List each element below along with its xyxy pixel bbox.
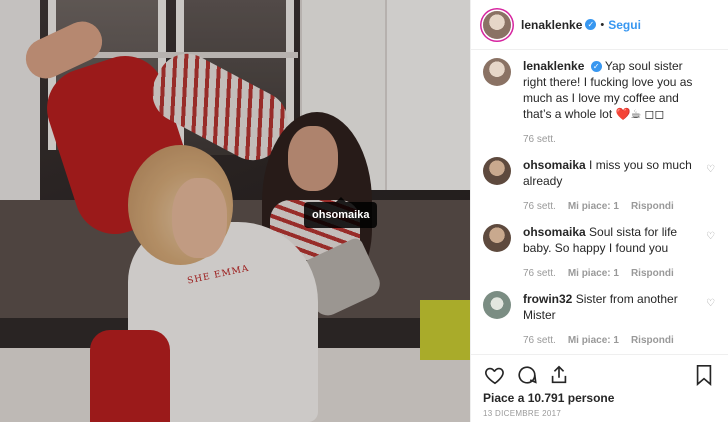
comment-username[interactable]: frowin32	[523, 292, 572, 306]
comment-icon[interactable]	[515, 363, 539, 387]
list-item: ohsomaika Soul sista for life baby. So h…	[483, 224, 716, 279]
comment-time[interactable]: 76 sett.	[523, 335, 556, 346]
caption-time[interactable]: 76 sett.	[523, 134, 556, 145]
post-photo[interactable]: SHE EMMA ohsomaika	[0, 0, 470, 422]
small-heart-icon[interactable]: ♡	[706, 165, 716, 175]
reply-button[interactable]: Rispondi	[631, 268, 674, 279]
share-icon[interactable]	[547, 363, 571, 387]
photo-shade	[0, 0, 470, 422]
avatar[interactable]	[483, 291, 511, 319]
small-heart-icon[interactable]: ♡	[706, 299, 716, 309]
list-item: frowin32 Sister from another Mister 76 s…	[483, 291, 716, 346]
comment-time[interactable]: 76 sett.	[523, 201, 556, 212]
verified-icon: ✓	[585, 19, 597, 30]
instagram-post: SHE EMMA ohsomaika lenaklenke ✓ • Segui …	[0, 0, 728, 422]
avatar[interactable]	[483, 224, 511, 252]
likes-count[interactable]: Piace a 10.791 persone	[483, 391, 716, 405]
reply-button[interactable]: Rispondi	[631, 335, 674, 346]
comment-username[interactable]: ohsomaika	[523, 225, 586, 239]
caption: lenaklenke ✓ Yap soul sister right there…	[483, 58, 716, 145]
header-username[interactable]: lenaklenke	[521, 18, 582, 32]
side-panel: lenaklenke ✓ • Segui lenaklenke ✓ Yap so…	[470, 0, 728, 422]
follow-button[interactable]: Segui	[608, 18, 641, 32]
small-heart-icon[interactable]: ♡	[706, 232, 716, 242]
comment-likes[interactable]: Mi piace: 1	[568, 268, 619, 279]
comments-list[interactable]: lenaklenke ✓ Yap soul sister right there…	[471, 50, 728, 354]
comment-likes[interactable]: Mi piace: 1	[568, 335, 619, 346]
avatar[interactable]	[483, 58, 511, 86]
verified-icon: ✓	[590, 61, 602, 73]
user-tag[interactable]: ohsomaika	[304, 197, 378, 228]
post-date[interactable]: 13 DICEMBRE 2017	[483, 409, 716, 418]
action-bar: Piace a 10.791 persone 13 DICEMBRE 2017	[471, 354, 728, 422]
avatar[interactable]	[483, 10, 511, 39]
heart-icon[interactable]	[483, 363, 507, 387]
bookmark-icon[interactable]	[692, 363, 716, 387]
avatar[interactable]	[483, 157, 511, 185]
caption-username[interactable]: lenaklenke	[523, 59, 584, 73]
comment-likes[interactable]: Mi piace: 1	[568, 201, 619, 212]
post-header: lenaklenke ✓ • Segui	[471, 0, 728, 50]
list-item: ohsomaika I miss you so much already 76 …	[483, 157, 716, 212]
separator: •	[600, 18, 605, 31]
comment-username[interactable]: ohsomaika	[523, 158, 586, 172]
comment-time[interactable]: 76 sett.	[523, 268, 556, 279]
reply-button[interactable]: Rispondi	[631, 201, 674, 212]
